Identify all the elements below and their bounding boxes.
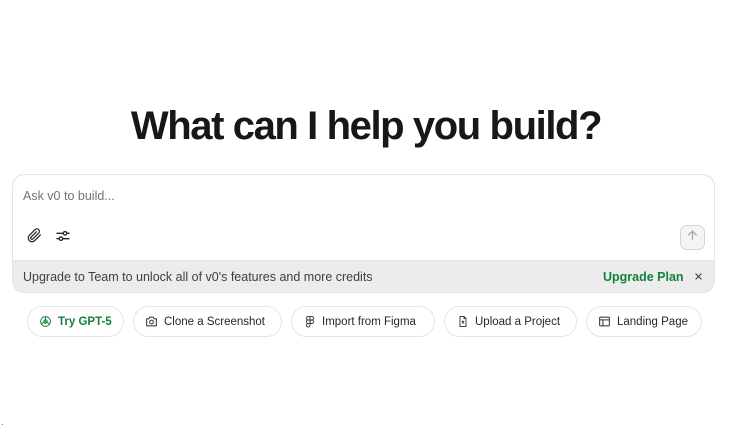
import-figma-chip[interactable]: Import from Figma [291,306,435,337]
stray-dot [2,424,3,425]
paperclip-icon [27,228,42,248]
sliders-icon [55,228,71,249]
file-upload-icon [456,315,469,328]
attach-button[interactable] [23,227,45,249]
dismiss-banner-button[interactable] [691,270,705,284]
settings-button[interactable] [52,227,74,249]
prompt-input[interactable] [23,185,683,207]
composer-input-area [13,175,714,261]
upload-project-chip[interactable]: Upload a Project [444,306,577,337]
arrow-up-icon [686,229,699,247]
suggestion-chips: Try GPT-5 Clone a Screenshot Import from… [0,306,732,337]
upgrade-banner: Upgrade to Team to unlock all of v0's fe… [13,261,714,292]
clone-screenshot-chip[interactable]: Clone a Screenshot [133,306,282,337]
chip-label: Clone a Screenshot [164,315,266,328]
send-button[interactable] [680,225,705,250]
close-icon [694,268,703,286]
prompt-composer: Upgrade to Team to unlock all of v0's fe… [12,174,715,293]
openai-icon [39,315,52,328]
chip-label: Import from Figma [322,315,416,328]
page-title: What can I help you build? [130,104,603,148]
layout-icon [598,315,611,328]
chip-label: Landing Page [617,315,688,328]
upgrade-message: Upgrade to Team to unlock all of v0's fe… [23,270,373,284]
page: What can I help you build? Ask v0 to bui… [0,0,732,428]
figma-icon [303,315,316,328]
try-gpt5-chip[interactable]: Try GPT-5 [27,306,124,337]
chip-label: Try GPT-5 [58,315,112,328]
landing-page-chip[interactable]: Landing Page [586,306,702,337]
upgrade-plan-link[interactable]: Upgrade Plan [603,270,684,284]
camera-icon [145,315,158,328]
chip-label: Upload a Project [475,315,561,328]
